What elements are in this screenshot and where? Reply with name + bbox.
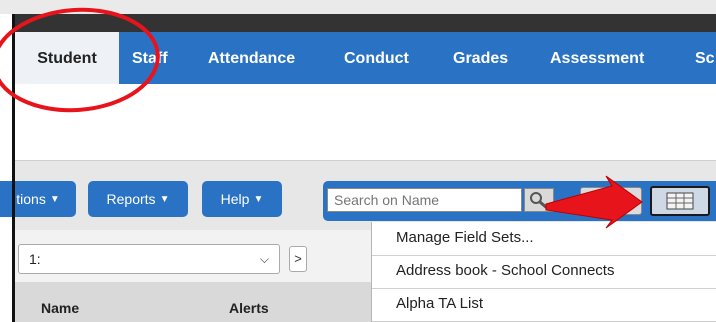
window-left-border <box>12 14 15 322</box>
help-menu-button[interactable]: Help ▼ <box>202 181 282 217</box>
column-header-name[interactable]: Name <box>41 300 79 316</box>
caret-down-icon: ▼ <box>253 194 264 206</box>
reports-label: Reports <box>106 191 156 207</box>
column-header-alerts[interactable]: Alerts <box>229 300 269 316</box>
menu-item-label: Alpha TA List <box>396 295 483 312</box>
window-top-strip <box>0 0 716 14</box>
menu-item-alpha-ta-list[interactable]: Alpha TA List <box>372 288 716 322</box>
header-dark-bar <box>12 14 716 32</box>
dropdown-menu: Manage Field Sets... Address book - Scho… <box>371 222 716 322</box>
help-label: Help <box>220 191 250 207</box>
grid-view-button[interactable] <box>650 186 710 216</box>
app-window: Student Staff Attendance Conduct Grades … <box>0 0 716 322</box>
reports-menu-button[interactable]: Reports ▼ <box>88 181 188 217</box>
caret-down-icon: ▼ <box>49 194 60 206</box>
options-label: tions <box>16 191 46 207</box>
chevron-down-icon: ⌵ <box>259 252 269 266</box>
tab-student[interactable]: Student <box>15 32 119 84</box>
grid-icon <box>666 192 694 210</box>
field-set-select[interactable]: 1: ⌵ <box>18 244 280 274</box>
main-nav: Student Staff Attendance Conduct Grades … <box>15 32 716 84</box>
magnifier-icon <box>530 192 548 210</box>
content-band <box>15 84 716 160</box>
menu-item-label: Address book - School Connects <box>396 262 615 279</box>
next-page-button[interactable]: > <box>289 246 307 272</box>
tab-attendance[interactable]: Attendance <box>208 32 295 84</box>
menu-item-address-book[interactable]: Address book - School Connects <box>372 255 716 289</box>
options-icon-button[interactable] <box>580 187 642 215</box>
tab-conduct[interactable]: Conduct <box>344 32 409 84</box>
select-value: 1: <box>29 251 41 267</box>
tab-grades[interactable]: Grades <box>453 32 508 84</box>
tab-staff[interactable]: Staff <box>132 32 168 84</box>
menu-item-label: Manage Field Sets... <box>396 229 534 246</box>
caret-down-icon: ▼ <box>159 194 170 206</box>
tab-school[interactable]: Sc <box>695 32 715 84</box>
tab-assessment[interactable]: Assessment <box>550 32 644 84</box>
search-input[interactable] <box>327 188 522 212</box>
menu-item-manage-field-sets[interactable]: Manage Field Sets... <box>372 222 716 256</box>
search-button[interactable] <box>524 188 554 212</box>
